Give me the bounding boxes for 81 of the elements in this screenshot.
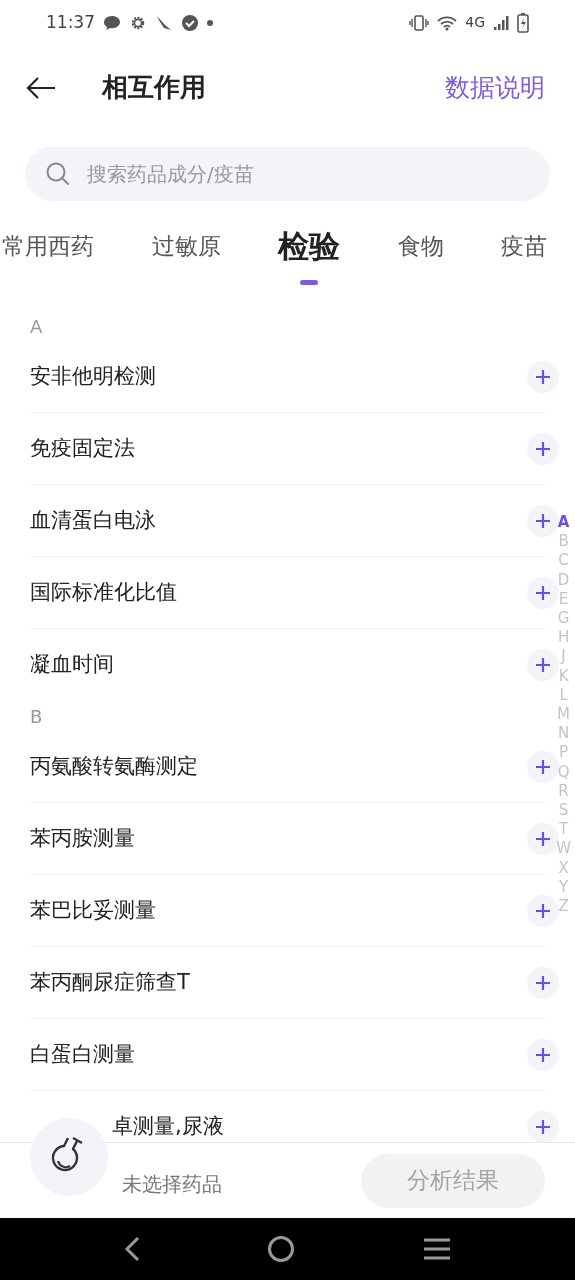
item-name[interactable]: 苯巴比妥测量: [30, 894, 156, 927]
index-letter[interactable]: C: [558, 551, 569, 571]
index-letter[interactable]: R: [558, 781, 569, 802]
add-button[interactable]: [527, 504, 559, 537]
index-letter[interactable]: Z: [558, 897, 569, 917]
index-letter[interactable]: Q: [557, 762, 570, 782]
category-tab[interactable]: 常用西药: [2, 229, 94, 279]
signal-icon: [493, 14, 509, 31]
index-letter[interactable]: P: [559, 743, 569, 763]
category-tab[interactable]: 检验: [278, 223, 340, 285]
add-button[interactable]: [527, 750, 559, 783]
item-name[interactable]: 免疫固定法: [30, 432, 135, 465]
index-letter[interactable]: Y: [559, 877, 569, 898]
item-name[interactable]: 安非他明检测: [30, 360, 156, 393]
plus-icon: [536, 441, 550, 456]
add-button[interactable]: [527, 576, 559, 609]
plus-icon: [536, 975, 550, 990]
add-button[interactable]: [527, 649, 559, 681]
item-name[interactable]: 国际标准化比值: [30, 576, 177, 609]
plus-icon: [536, 369, 550, 384]
selection-status: 未选择药品: [122, 1170, 222, 1198]
home-nav-icon[interactable]: [267, 1235, 296, 1263]
add-button[interactable]: [527, 822, 559, 855]
plus-icon: [536, 903, 550, 918]
index-letter[interactable]: M: [557, 705, 571, 725]
plus-icon: [536, 1120, 550, 1134]
dot-icon: [207, 19, 213, 26]
battery-icon: [517, 12, 529, 33]
vibrate-icon: [409, 14, 430, 31]
index-letter[interactable]: T: [559, 820, 569, 840]
section-letter: A: [30, 314, 44, 339]
plus-icon: [536, 658, 550, 672]
wifi-icon: [437, 14, 458, 31]
index-letter[interactable]: K: [558, 666, 569, 686]
index-letter[interactable]: L: [559, 685, 568, 706]
plus-icon: [536, 831, 550, 846]
index-letter[interactable]: B: [558, 532, 569, 552]
search-icon: [45, 161, 71, 187]
item-name[interactable]: 凝血时间: [30, 649, 114, 681]
item-name[interactable]: 卓测量,尿液: [112, 1111, 224, 1142]
search-bar[interactable]: 搜索药品成分/疫苗: [25, 147, 550, 201]
back-button[interactable]: [26, 75, 56, 100]
category-tab[interactable]: 过敏原: [151, 229, 221, 279]
add-button[interactable]: [527, 432, 559, 465]
item-name[interactable]: 丙氨酸转氨酶测定: [30, 750, 198, 783]
check-circle-icon: [181, 13, 199, 32]
data-info-link[interactable]: 数据说明: [445, 68, 545, 107]
category-tab[interactable]: 食物: [397, 229, 444, 279]
add-button[interactable]: [527, 1038, 559, 1071]
index-letter[interactable]: E: [558, 589, 569, 609]
index-letter[interactable]: S: [558, 801, 569, 821]
item-name[interactable]: 白蛋白测量: [30, 1038, 135, 1071]
chat-icon: [103, 13, 121, 32]
plus-icon: [536, 513, 550, 528]
index-letter[interactable]: J: [561, 647, 566, 667]
index-letter[interactable]: X: [558, 858, 569, 878]
index-letter[interactable]: A: [557, 513, 570, 533]
add-button[interactable]: [527, 360, 559, 393]
search-input[interactable]: 搜索药品成分/疫苗: [85, 158, 530, 190]
add-button[interactable]: [527, 966, 559, 999]
index-letter[interactable]: N: [557, 724, 570, 744]
status-time: 11:37: [46, 10, 95, 34]
back-arrow-icon: [26, 75, 56, 100]
index-letter[interactable]: G: [557, 609, 570, 629]
item-name[interactable]: 苯丙酮尿症筛查T: [30, 966, 190, 999]
page-title: 相互作用: [102, 71, 206, 104]
index-letter[interactable]: D: [557, 570, 570, 590]
index-letter[interactable]: H: [557, 628, 570, 648]
item-name[interactable]: 血清蛋白电泳: [30, 504, 156, 537]
item-name[interactable]: 苯丙胺测量: [30, 822, 135, 855]
index-letter[interactable]: W: [556, 839, 571, 859]
back-nav-icon[interactable]: [123, 1236, 140, 1262]
section-letter: B: [30, 704, 44, 729]
category-tab[interactable]: 疫苗: [501, 229, 547, 279]
plus-icon: [536, 1047, 550, 1062]
plus-icon: [536, 585, 550, 600]
plus-icon: [536, 759, 550, 774]
add-button[interactable]: [527, 894, 559, 927]
network-label: 4G: [465, 13, 485, 32]
menu-nav-icon[interactable]: [423, 1237, 452, 1261]
add-button[interactable]: [527, 1111, 559, 1142]
